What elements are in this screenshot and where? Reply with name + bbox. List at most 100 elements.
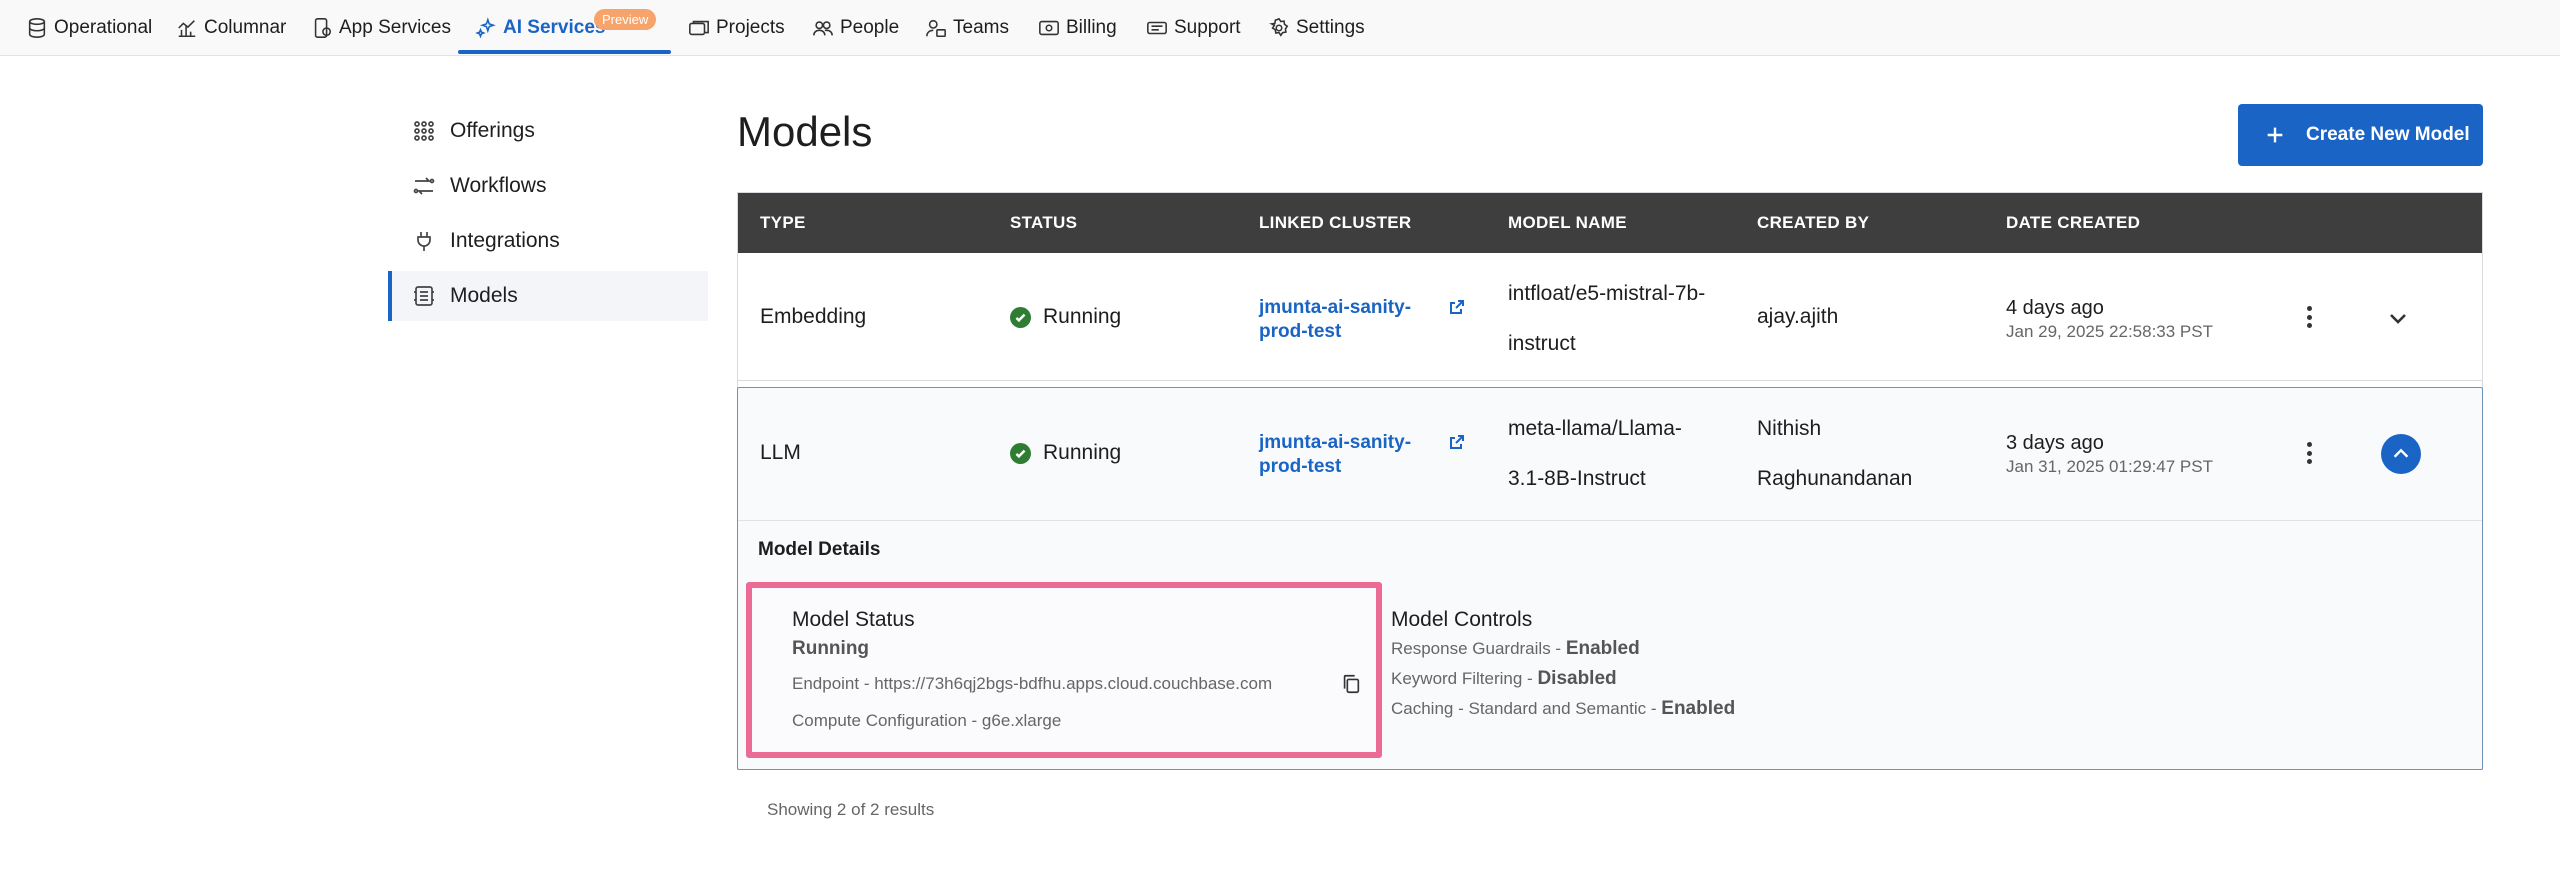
- projects-icon: [688, 17, 716, 39]
- more-options-icon[interactable]: [2304, 306, 2314, 328]
- nav-label: App Services: [339, 17, 451, 38]
- nav-app-services[interactable]: App Services: [311, 0, 451, 56]
- sidebar-item-label: Models: [450, 284, 518, 307]
- workflow-icon: [412, 174, 450, 198]
- control-caching: Caching - Standard and Semantic - Enable…: [1391, 698, 1735, 720]
- nav-label: Settings: [1296, 17, 1365, 38]
- page-title: Models: [737, 108, 873, 155]
- sidebar-item-workflows[interactable]: Workflows: [388, 161, 708, 211]
- model-name-line: 3.1-8B-Instruct: [1508, 467, 1646, 490]
- chevron-up-icon[interactable]: [2381, 434, 2421, 474]
- row-divider: [738, 520, 2482, 521]
- compute-configuration-text: Compute Configuration - g6e.xlarge: [792, 711, 1062, 730]
- gear-icon: [1268, 17, 1296, 39]
- nav-support[interactable]: Support: [1146, 0, 1241, 56]
- models-icon: [412, 284, 450, 308]
- nav-projects[interactable]: Projects: [688, 0, 785, 56]
- sidebar-item-label: Offerings: [450, 119, 535, 142]
- nav-settings[interactable]: Settings: [1268, 0, 1365, 56]
- column-header-created-by: CREATED BY: [1757, 213, 1870, 232]
- cluster-name-line: jmunta-ai-sanity-: [1259, 432, 1412, 453]
- people-icon: [812, 17, 840, 39]
- date-relative: 3 days ago: [2006, 432, 2104, 454]
- cluster-name-line: prod-test: [1259, 321, 1342, 342]
- nav-label: Billing: [1066, 17, 1117, 38]
- sidebar-item-offerings[interactable]: Offerings: [388, 106, 708, 156]
- created-by-line: ajay.ajith: [1757, 305, 1839, 328]
- model-status-value: Running: [792, 638, 870, 659]
- check-circle-icon: [1010, 306, 1031, 328]
- nav-billing[interactable]: Billing: [1038, 0, 1117, 56]
- nav-teams[interactable]: Teams: [925, 0, 1009, 56]
- nav-columnar[interactable]: Columnar: [176, 0, 286, 56]
- status-cell: Running: [1010, 305, 1121, 329]
- nav-people[interactable]: People: [812, 0, 899, 56]
- cluster-name-line: prod-test: [1259, 456, 1342, 477]
- control-value: Enabled: [1565, 638, 1640, 659]
- create-new-model-button[interactable]: Create New Model: [2238, 104, 2483, 166]
- control-label: Response Guardrails -: [1391, 639, 1566, 658]
- create-button-label: Create New Model: [2306, 124, 2470, 145]
- model-name-line: meta-llama/Llama-: [1508, 417, 1682, 440]
- grid-icon: [412, 119, 450, 143]
- top-nav: Operational Columnar App Services AI Ser…: [0, 0, 2560, 56]
- date-relative: 4 days ago: [2006, 297, 2104, 319]
- cluster-name-line: jmunta-ai-sanity-: [1259, 297, 1412, 318]
- model-controls-title: Model Controls: [1391, 608, 1533, 631]
- sidebar-item-integrations[interactable]: Integrations: [388, 216, 708, 266]
- created-by-line: Nithish: [1757, 417, 1822, 440]
- model-details-title: Model Details: [758, 539, 881, 560]
- created-by-cell: Nithish Raghunandanan: [1757, 404, 1912, 504]
- control-response-guardrails: Response Guardrails - Enabled: [1391, 638, 1640, 660]
- support-icon: [1146, 17, 1174, 39]
- date-created-cell: 4 days ago Jan 29, 2025 22:58:33 PST: [2006, 297, 2213, 342]
- check-circle-icon: [1010, 442, 1031, 464]
- results-count: Showing 2 of 2 results: [767, 800, 935, 819]
- control-value: Disabled: [1537, 668, 1617, 689]
- preview-badge: Preview: [594, 9, 657, 30]
- status-text: Running: [1043, 441, 1122, 464]
- column-header-type: TYPE: [760, 213, 806, 232]
- control-keyword-filtering: Keyword Filtering - Disabled: [1391, 668, 1617, 690]
- billing-icon: [1038, 17, 1066, 39]
- date-created-cell: 3 days ago Jan 31, 2025 01:29:47 PST: [2006, 432, 2213, 477]
- linked-cluster-link[interactable]: jmunta-ai-sanity- prod-test: [1259, 431, 1439, 479]
- status-cell: Running: [1010, 441, 1121, 465]
- nav-label: Projects: [716, 17, 785, 38]
- active-tab-indicator: [458, 50, 671, 54]
- model-name-cell: meta-llama/Llama- 3.1-8B-Instruct: [1508, 404, 1728, 504]
- more-options-icon[interactable]: [2304, 442, 2314, 464]
- app-services-icon: [311, 17, 339, 39]
- columnar-chart-icon: [176, 17, 204, 39]
- type-cell: Embedding: [760, 305, 867, 328]
- model-name-cell: intfloat/e5-mistral-7b- instruct: [1508, 269, 1728, 369]
- column-header-date-created: DATE CREATED: [2006, 213, 2141, 232]
- nav-label: Operational: [54, 17, 153, 38]
- model-name-line: instruct: [1508, 332, 1576, 355]
- endpoint-text: Endpoint - https://73h6qj2bgs-bdfhu.apps…: [792, 674, 1273, 693]
- nav-label: AI Services: [503, 17, 606, 38]
- nav-label: Support: [1174, 17, 1241, 38]
- column-header-status: STATUS: [1010, 213, 1078, 232]
- linked-cluster-link[interactable]: jmunta-ai-sanity- prod-test: [1259, 296, 1439, 344]
- table-row[interactable]: Embedding Running jmunta-ai-sanity- prod…: [738, 253, 2482, 381]
- column-header-linked-cluster: LINKED CLUSTER: [1259, 213, 1412, 232]
- teams-icon: [925, 17, 953, 39]
- nav-ai-services[interactable]: AI Services: [475, 0, 605, 56]
- database-icon: [26, 17, 54, 39]
- table-header: TYPE STATUS LINKED CLUSTER MODEL NAME CR…: [738, 193, 2482, 253]
- plug-icon: [412, 229, 450, 253]
- date-full: Jan 29, 2025 22:58:33 PST: [2006, 322, 2213, 341]
- created-by-line: Raghunandanan: [1757, 467, 1913, 490]
- type-cell: LLM: [760, 441, 801, 464]
- date-full: Jan 31, 2025 01:29:47 PST: [2006, 457, 2213, 476]
- control-label: Caching - Standard and Semantic -: [1391, 699, 1662, 718]
- status-text: Running: [1043, 305, 1122, 328]
- chevron-down-icon[interactable]: [2386, 306, 2410, 330]
- nav-label: Teams: [953, 17, 1009, 38]
- copy-icon[interactable]: [1340, 673, 1362, 695]
- external-link-icon[interactable]: [1449, 299, 1465, 315]
- nav-operational[interactable]: Operational: [26, 0, 152, 56]
- external-link-icon[interactable]: [1449, 434, 1465, 450]
- sidebar-item-models[interactable]: Models: [388, 271, 708, 321]
